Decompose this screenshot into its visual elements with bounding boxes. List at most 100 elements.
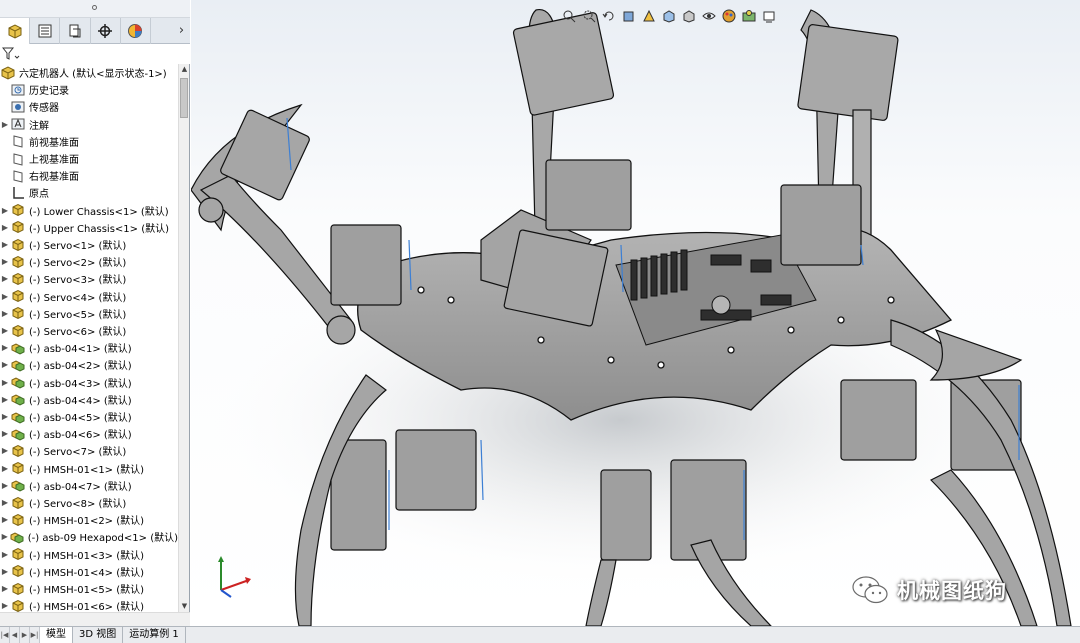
expand-arrow-icon[interactable]: ▶: [0, 360, 10, 369]
tab-model[interactable]: 模型: [40, 627, 73, 643]
display-style-icon[interactable]: [681, 8, 697, 24]
part-icon: [10, 238, 26, 252]
tree-item[interactable]: ▶ (-) Upper Chassis<1> (默认): [0, 219, 178, 236]
expand-arrow-icon[interactable]: ▶: [0, 292, 10, 301]
tab-property-manager[interactable]: [30, 18, 61, 44]
tree-item-label: (-) HMSH-01<2> (默认): [29, 516, 145, 528]
tree-item[interactable]: ▶ (-) Servo<1> (默认): [0, 236, 178, 253]
expand-arrow-icon[interactable]: ▶: [0, 395, 10, 404]
tab-configuration-manager[interactable]: [60, 18, 91, 44]
tree-item[interactable]: ▶ (-) asb-04<7> (默认): [0, 477, 178, 494]
expand-arrow-icon[interactable]: ▶: [0, 515, 10, 524]
chevron-right-icon[interactable]: ›: [151, 18, 190, 43]
expand-arrow-icon[interactable]: ▶: [0, 120, 10, 129]
expand-arrow-icon[interactable]: ▶: [0, 412, 10, 421]
expand-arrow-icon[interactable]: ▶: [0, 464, 10, 473]
zoom-area-icon[interactable]: [581, 8, 597, 24]
expand-arrow-icon[interactable]: ▶: [0, 343, 10, 352]
expand-arrow-icon[interactable]: ▶: [0, 206, 10, 215]
tree-item[interactable]: ▶ (-) Servo<2> (默认): [0, 253, 178, 270]
tab-feature-manager[interactable]: [0, 18, 31, 44]
tree-item[interactable]: ▶ (-) HMSH-01<3> (默认): [0, 546, 178, 563]
tree-item[interactable]: 右视基准面: [0, 167, 178, 184]
expand-arrow-icon[interactable]: ▶: [0, 240, 10, 249]
tree-item[interactable]: ▶ (-) HMSH-01<6> (默认): [0, 597, 178, 612]
expand-arrow-icon[interactable]: ▶: [0, 429, 10, 438]
tree-vertical-scrollbar[interactable]: ▲ ▼: [178, 64, 189, 612]
tree-item[interactable]: 历史记录: [0, 81, 178, 98]
expand-arrow-icon[interactable]: ▶: [0, 274, 10, 283]
tab-dimxpert-manager[interactable]: [91, 18, 121, 44]
tree-item-label: 原点: [29, 189, 49, 201]
panel-grip[interactable]: [0, 0, 190, 18]
tree-item[interactable]: ▶ (-) Servo<7> (默认): [0, 442, 178, 459]
watermark-text: 机械图纸狗: [897, 579, 1007, 603]
view-settings-icon[interactable]: [761, 8, 777, 24]
part-icon: [10, 324, 26, 338]
dynamic-annotation-icon[interactable]: [641, 8, 657, 24]
expand-arrow-icon[interactable]: ▶: [0, 550, 10, 559]
expand-arrow-icon[interactable]: ▶: [0, 223, 10, 232]
subassembly-icon: [10, 375, 26, 389]
tree-item[interactable]: ▶ (-) asb-04<4> (默认): [0, 391, 178, 408]
graphics-area[interactable]: 机械图纸狗: [191, 0, 1080, 626]
last-tab-icon[interactable]: ▶|: [30, 627, 40, 643]
section-view-icon[interactable]: [621, 8, 637, 24]
view-orientation-icon[interactable]: [661, 8, 677, 24]
previous-view-icon[interactable]: [601, 8, 617, 24]
subassembly-icon: [10, 341, 26, 355]
scroll-down-icon[interactable]: ▼: [179, 601, 190, 612]
tree-item[interactable]: ▶ (-) HMSH-01<1> (默认): [0, 460, 178, 477]
prev-tab-icon[interactable]: ◀: [10, 627, 20, 643]
tree-item[interactable]: ▶ (-) Servo<6> (默认): [0, 322, 178, 339]
tree-item[interactable]: ▶ 注解: [0, 116, 178, 133]
expand-arrow-icon[interactable]: ▶: [0, 532, 10, 541]
tab-motion-study[interactable]: 运动算例 1: [123, 627, 186, 643]
filter-icon[interactable]: [2, 46, 24, 62]
expand-arrow-icon[interactable]: ▶: [0, 378, 10, 387]
tree-item[interactable]: ▶ (-) HMSH-01<5> (默认): [0, 580, 178, 597]
first-tab-icon[interactable]: |◀: [0, 627, 10, 643]
expand-arrow-icon[interactable]: ▶: [0, 481, 10, 490]
tree-item-label: (-) Servo<6> (默认): [29, 327, 127, 338]
next-tab-icon[interactable]: ▶: [20, 627, 30, 643]
tree-item[interactable]: ▶ (-) asb-09 Hexapod<1> (默认): [0, 528, 178, 545]
tree-item[interactable]: ▶ (-) HMSH-01<2> (默认): [0, 511, 178, 528]
edit-appearance-icon[interactable]: [721, 8, 737, 24]
tree-item[interactable]: ▶ (-) asb-04<3> (默认): [0, 374, 178, 391]
tree-item[interactable]: ▶ (-) Lower Chassis<1> (默认): [0, 202, 178, 219]
tree-item[interactable]: 传感器: [0, 98, 178, 115]
tree-item[interactable]: ▶ (-) Servo<8> (默认): [0, 494, 178, 511]
expand-arrow-icon[interactable]: ▶: [0, 567, 10, 576]
expand-arrow-icon[interactable]: ▶: [0, 309, 10, 318]
tree-item[interactable]: ▶ (-) asb-04<5> (默认): [0, 408, 178, 425]
scroll-up-icon[interactable]: ▲: [179, 64, 190, 75]
expand-arrow-icon[interactable]: ▶: [0, 601, 10, 610]
tree-horizontal-scrollbar[interactable]: [0, 612, 190, 626]
tab-3d-view[interactable]: 3D 视图: [73, 627, 124, 643]
expand-arrow-icon[interactable]: ▶: [0, 446, 10, 455]
tree-item[interactable]: 原点: [0, 184, 178, 201]
expand-arrow-icon[interactable]: ▶: [0, 257, 10, 266]
origin-icon: [10, 186, 26, 200]
part-icon: [10, 582, 26, 596]
tree-item[interactable]: ▶ (-) Servo<3> (默认): [0, 270, 178, 287]
tree-item[interactable]: ▶ (-) HMSH-01<4> (默认): [0, 563, 178, 580]
tree-item[interactable]: 前视基准面: [0, 133, 178, 150]
zoom-to-fit-icon[interactable]: [561, 8, 577, 24]
expand-arrow-icon[interactable]: ▶: [0, 584, 10, 593]
tree-root-assembly[interactable]: 六定机器人 (默认<显示状态-1>): [0, 64, 178, 81]
scrollbar-thumb[interactable]: [180, 78, 188, 118]
plane-icon: [10, 152, 26, 166]
tree-item[interactable]: 上视基准面: [0, 150, 178, 167]
hide-show-items-icon[interactable]: [701, 8, 717, 24]
apply-scene-icon[interactable]: [741, 8, 757, 24]
expand-arrow-icon[interactable]: ▶: [0, 326, 10, 335]
tree-item[interactable]: ▶ (-) Servo<4> (默认): [0, 288, 178, 305]
expand-arrow-icon[interactable]: ▶: [0, 498, 10, 507]
tree-item[interactable]: ▶ (-) asb-04<2> (默认): [0, 356, 178, 373]
tree-item[interactable]: ▶ (-) asb-04<1> (默认): [0, 339, 178, 356]
tree-item[interactable]: ▶ (-) asb-04<6> (默认): [0, 425, 178, 442]
tree-item[interactable]: ▶ (-) Servo<5> (默认): [0, 305, 178, 322]
tab-display-manager[interactable]: [121, 18, 151, 44]
